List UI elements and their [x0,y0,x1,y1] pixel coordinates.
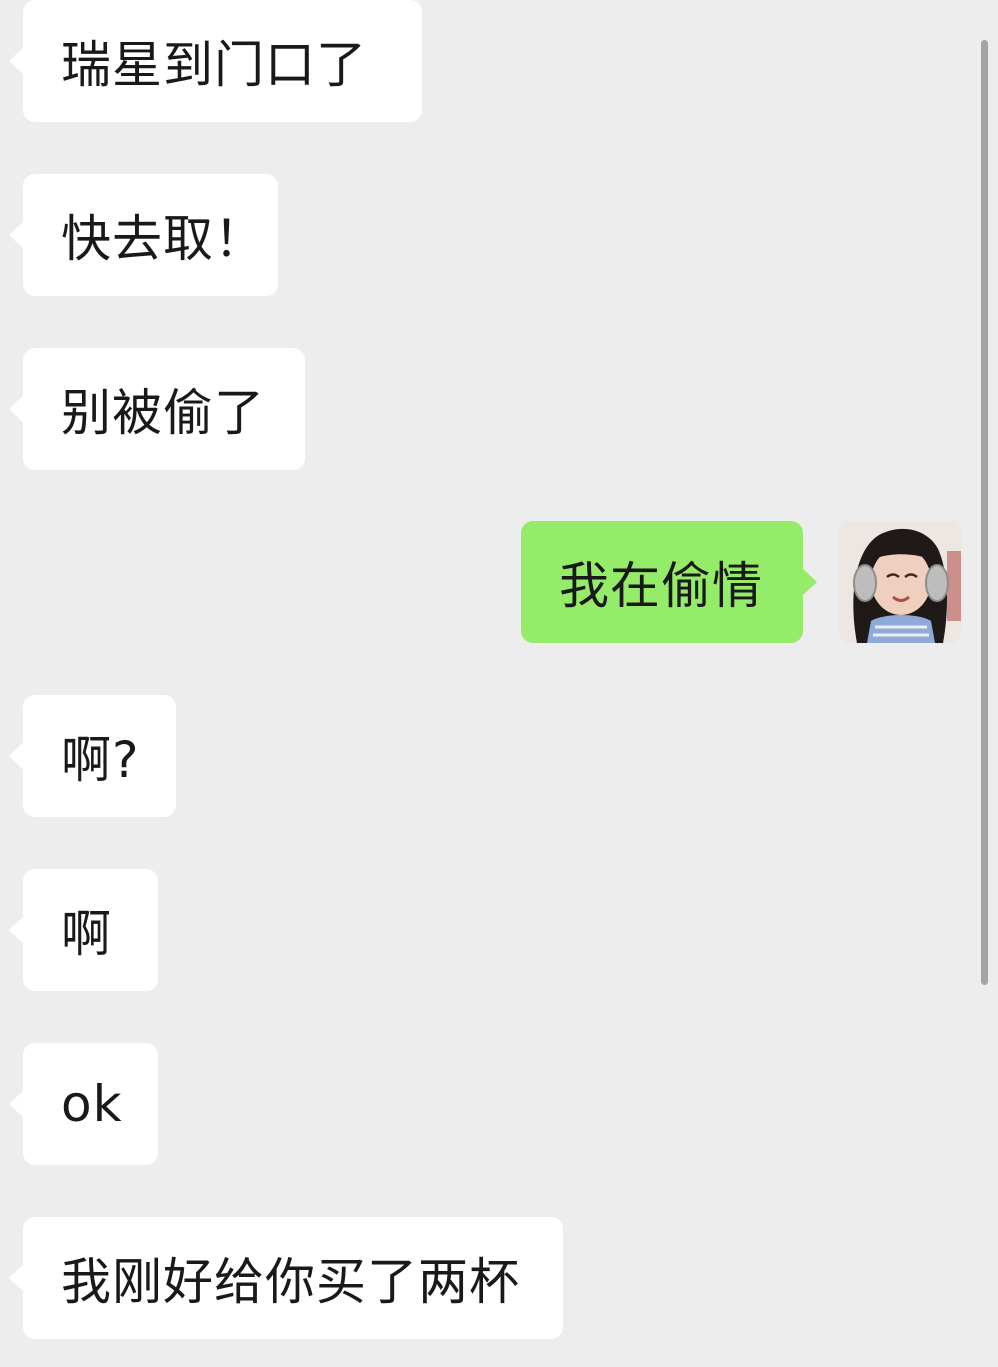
message-text: 别被偷了 [61,384,265,442]
incoming-message-bubble[interactable]: 瑞星到门口了 [9,0,422,122]
incoming-message-bubble[interactable]: ok [9,1043,158,1165]
message-text: ok [61,1075,123,1133]
incoming-message-bubble[interactable]: 啊 [9,869,158,991]
avatar-photo-icon [839,521,961,643]
user-avatar-icon[interactable] [839,521,961,643]
message-text: 啊? [61,731,140,789]
message-text: 快去取！ [61,210,265,268]
message-text: 我刚好给你买了两杯 [61,1253,520,1311]
chat-message-area[interactable]: 瑞星到门口了 快去取！ 别被偷了 我在偷情 啊? 啊 ok 我刚好给你买了两杯 [0,0,998,1367]
incoming-message-bubble[interactable]: 别被偷了 [9,348,305,470]
outgoing-message-bubble[interactable]: 我在偷情 [521,521,817,643]
message-text: 瑞星到门口了 [61,36,367,94]
incoming-message-bubble[interactable]: 啊? [9,695,176,817]
scrollbar[interactable] [981,40,988,985]
message-text: 啊 [61,905,112,963]
message-text: 我在偷情 [559,557,763,615]
incoming-message-bubble[interactable]: 快去取！ [9,174,278,296]
incoming-message-bubble[interactable]: 我刚好给你买了两杯 [9,1217,563,1339]
